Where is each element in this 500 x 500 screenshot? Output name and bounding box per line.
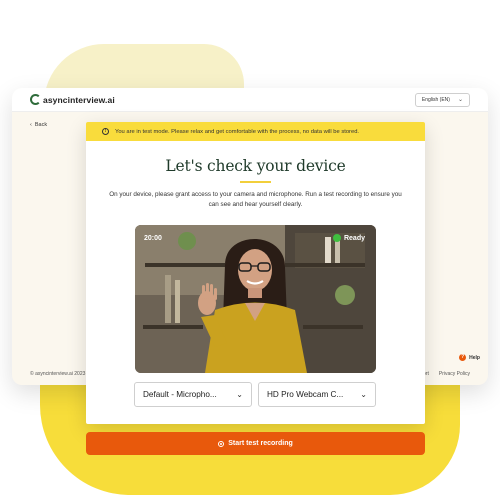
top-bar: asyncinterview.ai English (EN) ⌄	[12, 88, 488, 112]
help-icon: ?	[459, 354, 467, 361]
logo-text: asyncinterview.ai	[43, 94, 115, 105]
footer-links: port Privacy Policy	[420, 371, 470, 377]
chevron-left-icon: ‹	[30, 122, 32, 128]
chevron-down-icon: ⌄	[360, 390, 367, 399]
status-dot-icon	[332, 234, 341, 242]
language-label: English (EN)	[421, 96, 450, 103]
ready-indicator: Ready	[332, 234, 365, 242]
help-button[interactable]: ? Help	[459, 354, 480, 361]
device-check-card: ! You are in test mode. Please relax and…	[86, 122, 425, 424]
help-label: Help	[469, 354, 480, 361]
camera-preview: 20:00 Ready	[135, 225, 376, 373]
page-subtitle: On your device, please grant access to y…	[109, 191, 402, 208]
camera-select[interactable]: HD Pro Webcam C... ⌄	[258, 382, 376, 407]
start-test-recording-label: Start test recording	[228, 440, 293, 447]
logo-icon	[30, 94, 41, 105]
logo[interactable]: asyncinterview.ai	[30, 94, 115, 105]
record-icon	[218, 440, 225, 447]
title-underline	[240, 181, 271, 183]
start-test-recording-button[interactable]: Start test recording	[86, 432, 425, 455]
info-icon: !	[102, 128, 109, 135]
camera-select-value: HD Pro Webcam C...	[267, 390, 344, 399]
back-link[interactable]: ‹ Back	[30, 122, 47, 128]
microphone-select-value: Default - Micropho...	[143, 390, 217, 399]
chevron-down-icon: ⌄	[236, 390, 243, 399]
page-title: Let's check your device	[165, 157, 346, 175]
footer-copyright: © asyncinterview.ai 2023	[30, 371, 86, 377]
footer-privacy-link[interactable]: Privacy Policy	[439, 371, 470, 377]
recording-timer: 20:00	[144, 235, 162, 242]
back-label: Back	[34, 122, 48, 128]
ready-label: Ready	[343, 234, 365, 242]
test-mode-banner: ! You are in test mode. Please relax and…	[86, 122, 425, 141]
camera-preview-image	[135, 225, 376, 373]
chevron-down-icon: ⌄	[457, 97, 463, 103]
banner-text: You are in test mode. Please relax and g…	[115, 128, 360, 135]
language-select[interactable]: English (EN) ⌄	[414, 92, 470, 107]
microphone-select[interactable]: Default - Micropho... ⌄	[134, 382, 252, 407]
